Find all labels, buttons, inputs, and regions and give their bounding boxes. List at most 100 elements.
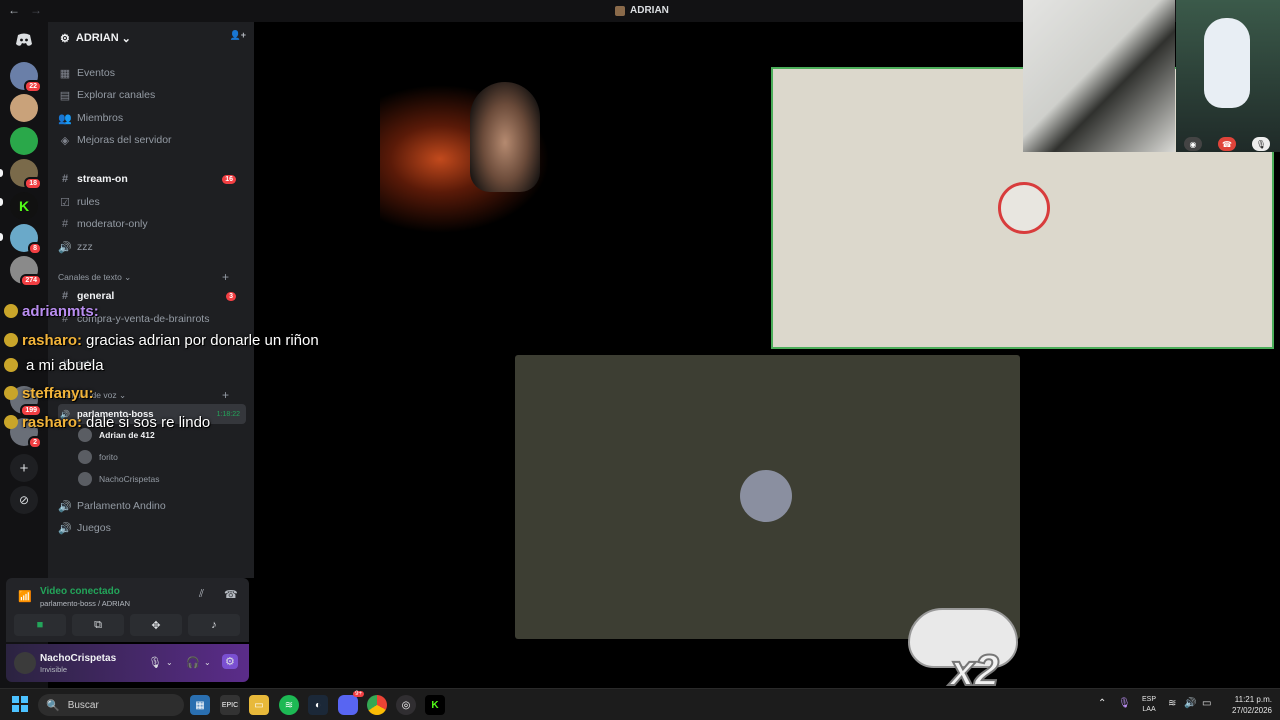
- widgets-app-icon[interactable]: ▦: [190, 695, 210, 715]
- server-icon[interactable]: 8: [10, 224, 42, 255]
- signal-icon[interactable]: 📶: [18, 590, 32, 603]
- unread-count-badge: 3: [226, 291, 236, 301]
- channel-miembros[interactable]: 👥 Miembros: [58, 108, 246, 128]
- channel-parlamento-andino[interactable]: 🔊 Parlamento Andino: [58, 496, 246, 516]
- channel-icon: ◈: [60, 134, 70, 147]
- obs-app-icon[interactable]: ◎: [396, 695, 416, 715]
- microphone-tray-icon[interactable]: 🎙: [1118, 698, 1131, 709]
- discord-app-icon[interactable]: 9+: [338, 691, 364, 715]
- server-badge: 274: [20, 274, 42, 287]
- window-title-text: ADRIAN: [630, 5, 669, 16]
- server-icon[interactable]: 18: [10, 159, 42, 190]
- channel-icon: #: [61, 173, 69, 185]
- microphone-icon[interactable]: 🎙: [1252, 137, 1270, 151]
- spotify-app-icon[interactable]: ≋: [279, 695, 299, 715]
- user-name[interactable]: NachoCrispetas: [40, 653, 116, 664]
- channel-label: Miembros: [77, 112, 124, 124]
- steam-app-icon[interactable]: ◐: [308, 695, 328, 715]
- voice-user[interactable]: NachoCrispetas: [78, 470, 159, 488]
- volume-icon[interactable]: 🔊: [1184, 698, 1196, 709]
- server-badge: 8: [28, 242, 42, 255]
- channel-moderator-only[interactable]: # moderator-only: [58, 214, 246, 234]
- chevron-down-icon[interactable]: ⌄: [204, 658, 211, 667]
- voice-channel-timer: 1:18:22: [216, 410, 240, 418]
- battery-icon[interactable]: ▭: [1202, 698, 1211, 709]
- search-input[interactable]: 🔍 Buscar: [38, 694, 184, 716]
- channel-icon: 🔊: [58, 241, 72, 254]
- overlay-penguin-cam: [1023, 0, 1175, 152]
- disconnect-icon[interactable]: ☎: [224, 588, 238, 601]
- clock[interactable]: 11:21 p.m. 27/02/2026: [1222, 694, 1272, 716]
- server-icon[interactable]: 274: [10, 256, 42, 287]
- chevron-down-icon: ⌄: [124, 272, 132, 282]
- wifi-icon[interactable]: ≋: [1168, 698, 1176, 709]
- chat-text: gracias adrian por donarle un riñon: [86, 331, 319, 349]
- kick-app-icon[interactable]: K: [425, 695, 445, 715]
- voice-user[interactable]: forito: [78, 448, 118, 466]
- category-text[interactable]: Canales de texto ⌄ +: [58, 270, 229, 284]
- unread-count-badge: 16: [222, 174, 236, 184]
- forward-arrow-icon[interactable]: →: [30, 3, 42, 17]
- voice-location[interactable]: parlamento-boss / ADRIAN: [40, 599, 130, 608]
- speaker-icon: 🔊: [58, 500, 72, 513]
- channel-stream-on[interactable]: # stream-on 16: [58, 169, 246, 189]
- camera-icon[interactable]: ◉: [1184, 137, 1202, 151]
- server-icon[interactable]: [10, 94, 38, 122]
- voice-status[interactable]: Video conectado: [40, 586, 120, 597]
- channel-eventos[interactable]: ▦ Eventos: [58, 63, 246, 83]
- channel-label: Parlamento Andino: [77, 500, 166, 512]
- channel-icon: #: [61, 218, 69, 230]
- activities-button[interactable]: ✥: [130, 614, 182, 636]
- headphones-icon[interactable]: 🎧: [186, 656, 200, 669]
- user-status: Invisible: [40, 665, 68, 674]
- hang-up-icon[interactable]: ☎: [1218, 137, 1236, 151]
- server-icon[interactable]: 22: [10, 62, 42, 93]
- chat-text: a mi abuela: [26, 356, 104, 374]
- chat-message: adrianmts:: [4, 300, 99, 322]
- back-arrow-icon[interactable]: ←: [8, 3, 20, 17]
- windows-start-icon[interactable]: [12, 696, 28, 717]
- add-server-icon[interactable]: +: [10, 454, 38, 482]
- gear-icon[interactable]: ⚙: [222, 654, 238, 669]
- server-icon[interactable]: K: [10, 192, 38, 220]
- channel-explorar-canales[interactable]: ▤ Explorar canales: [58, 85, 246, 105]
- create-channel-icon[interactable]: +: [222, 270, 229, 284]
- channel-label: Juegos: [77, 522, 111, 534]
- avatar[interactable]: [14, 652, 36, 674]
- channel-label: stream-on: [77, 173, 128, 185]
- participant-tile[interactable]: [515, 355, 1020, 639]
- chevron-down-icon: ⌄: [121, 32, 131, 45]
- channel-label: moderator-only: [77, 218, 148, 230]
- chevron-down-icon[interactable]: ⌄: [166, 658, 173, 667]
- noise-suppression-icon[interactable]: ⫽: [199, 588, 204, 601]
- channel-rules[interactable]: ☑ rules: [58, 192, 246, 212]
- chat-message: rasharo: dale si sos re lindo: [4, 411, 210, 433]
- camera-button[interactable]: ■: [14, 614, 66, 636]
- soundboard-button[interactable]: ♪: [188, 614, 240, 636]
- language-indicator[interactable]: ESP LAA: [1142, 695, 1156, 715]
- avatar: [78, 472, 92, 486]
- server-icon[interactable]: [10, 127, 38, 155]
- chevron-up-icon[interactable]: ⌃: [1098, 698, 1106, 709]
- server-header[interactable]: ⚙ ADRIAN ⌄ 👤+: [48, 22, 254, 54]
- channel-juegos[interactable]: 🔊 Juegos: [58, 518, 246, 538]
- server-settings-icon: ⚙: [60, 32, 70, 45]
- speaker-icon: 🔊: [58, 522, 72, 535]
- create-channel-icon[interactable]: +: [222, 388, 229, 402]
- file-explorer-app-icon[interactable]: ▭: [249, 695, 269, 715]
- screen-share-button[interactable]: ⧉: [72, 614, 124, 636]
- epic-games-app-icon[interactable]: EPIC: [220, 695, 240, 715]
- discover-icon[interactable]: ⊘: [10, 486, 38, 514]
- user-panel: NachoCrispetas Invisible 🎙 ⌄ 🎧 ⌄ ⚙: [6, 644, 249, 682]
- screen: ← → ADRIAN 22 18 K 8 274 199 2 + ⊘ ⚙ ADRIAN ⌄ …: [0, 0, 1280, 720]
- chat-badge-icon: [4, 386, 18, 400]
- microphone-icon[interactable]: 🎙: [148, 656, 162, 669]
- chrome-app-icon[interactable]: [367, 695, 387, 715]
- invite-people-icon[interactable]: 👤+: [230, 30, 246, 41]
- channel-mejoras-del-servidor[interactable]: ◈ Mejoras del servidor: [58, 130, 246, 150]
- discord-home-icon[interactable]: [10, 26, 38, 54]
- channel-zzz[interactable]: 🔊 zzz: [58, 237, 246, 257]
- chat-badge-icon: [4, 358, 18, 372]
- channel-label: rules: [77, 196, 100, 208]
- chat-message: steffanyu:: [4, 382, 94, 404]
